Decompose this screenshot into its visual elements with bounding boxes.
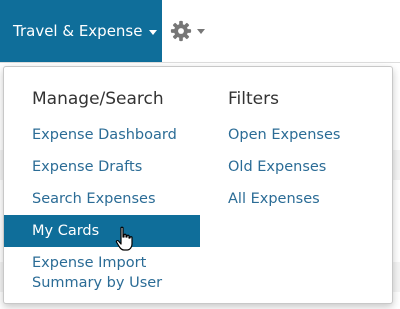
menu-item-label-line: Expense Import <box>32 255 147 271</box>
gear-icon <box>170 20 192 42</box>
hand-pointer-cursor-icon <box>115 226 133 251</box>
top-nav-bar: Travel & Expense <box>0 0 400 62</box>
menu-item-all-expenses[interactable]: All Expenses <box>228 183 378 215</box>
menu-item-open-expenses[interactable]: Open Expenses <box>228 119 378 151</box>
caret-down-icon <box>197 28 205 34</box>
menu-item-expense-import-summary[interactable]: Expense Import Summary by User <box>4 247 200 299</box>
manage-search-column: Manage/Search Expense Dashboard Expense … <box>4 85 200 299</box>
filters-heading: Filters <box>228 89 279 109</box>
menu-item-label-line: Summary by User <box>32 275 163 291</box>
caret-down-icon <box>149 29 158 35</box>
menu-item-search-expenses[interactable]: Search Expenses <box>4 183 200 215</box>
travel-expense-menu-button[interactable]: Travel & Expense <box>0 0 162 62</box>
filters-column: Filters Open Expenses Old Expenses All E… <box>228 85 378 215</box>
manage-search-heading: Manage/Search <box>32 89 164 109</box>
menu-item-expense-drafts[interactable]: Expense Drafts <box>4 151 200 183</box>
page-divider <box>0 62 400 63</box>
settings-menu-button[interactable] <box>170 18 205 44</box>
travel-expense-dropdown-menu: Manage/Search Expense Dashboard Expense … <box>3 66 393 304</box>
menu-item-old-expenses[interactable]: Old Expenses <box>228 151 378 183</box>
travel-expense-label: Travel & Expense <box>13 22 143 40</box>
menu-item-my-cards[interactable]: My Cards <box>4 215 200 247</box>
menu-item-expense-dashboard[interactable]: Expense Dashboard <box>4 119 200 151</box>
